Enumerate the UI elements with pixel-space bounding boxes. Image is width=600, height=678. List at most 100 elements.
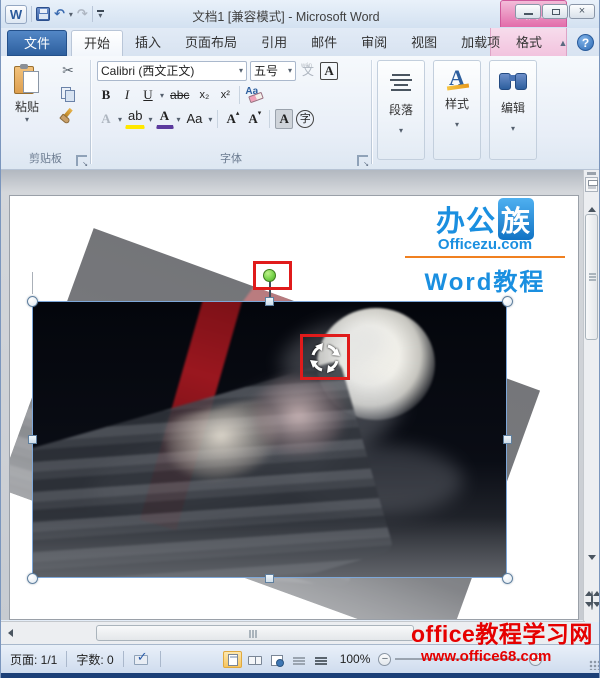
vertical-scroll-thumb[interactable] xyxy=(585,214,598,340)
tab-page-layout[interactable]: 页面布局 xyxy=(173,30,249,56)
paste-button[interactable]: 粘贴 ▾ xyxy=(7,61,47,145)
shrink-font-button[interactable]: A xyxy=(245,109,264,129)
superscript-button[interactable]: x² xyxy=(216,85,234,105)
editing-menu-button[interactable]: 编辑 ▾ xyxy=(489,60,537,160)
full-screen-reading-view-icon[interactable] xyxy=(245,651,264,668)
paragraph-dropdown-icon: ▾ xyxy=(398,126,403,135)
tab-view[interactable]: 视图 xyxy=(399,30,449,56)
copy-icon[interactable] xyxy=(61,87,75,102)
print-layout-view-icon[interactable] xyxy=(222,650,242,668)
selected-picture[interactable] xyxy=(32,301,507,578)
resize-handle-top-right[interactable] xyxy=(502,296,513,307)
paragraph-menu-button[interactable]: 段落 ▾ xyxy=(377,60,425,160)
text-effects-dropdown-icon: ▾ xyxy=(118,114,123,124)
zoom-out-icon[interactable]: − xyxy=(378,652,392,666)
word-app-icon[interactable]: W xyxy=(5,4,27,24)
undo-icon[interactable]: ↶ xyxy=(54,5,65,23)
window-bottom-border xyxy=(1,673,599,678)
resize-handle-right[interactable] xyxy=(503,435,512,444)
tab-insert[interactable]: 插入 xyxy=(123,30,173,56)
collapse-ribbon-icon[interactable]: ▲ xyxy=(557,37,569,49)
paste-dropdown-icon[interactable]: ▾ xyxy=(8,115,46,124)
resize-grip[interactable] xyxy=(589,660,599,670)
subscript-button[interactable]: x₂ xyxy=(195,85,213,105)
tab-format[interactable]: 格式 xyxy=(504,30,554,56)
tab-mailings[interactable]: 邮件 xyxy=(299,30,349,56)
grow-font-button[interactable]: A xyxy=(223,109,242,129)
character-shading-button[interactable]: A xyxy=(275,109,294,129)
close-button[interactable]: × xyxy=(569,4,595,19)
tab-file[interactable]: 文件 xyxy=(7,30,68,56)
help-icon[interactable]: ? xyxy=(577,34,594,51)
split-handle[interactable] xyxy=(587,172,596,175)
scroll-left-icon[interactable] xyxy=(3,626,17,640)
word-window: W ↶ ▾ ↷ ▾ 文档1 [兼容模式] - Microsoft Word 图片… xyxy=(0,0,600,678)
scroll-down-icon[interactable] xyxy=(585,555,598,572)
site-watermark-line1: office教程学习网 xyxy=(411,621,593,647)
highlight-dropdown-icon[interactable]: ▾ xyxy=(148,115,152,124)
paste-icon xyxy=(14,64,40,96)
tab-add-ins[interactable]: 加载项 xyxy=(449,30,512,56)
enclose-characters-button[interactable]: 字 xyxy=(296,110,315,128)
bold-button[interactable]: B xyxy=(97,85,115,105)
font-name-combobox[interactable]: Calibri (西文正文) ▾ xyxy=(97,61,247,81)
restore-button[interactable] xyxy=(542,4,568,19)
margin-crop-mark xyxy=(32,272,33,294)
resize-handle-bottom-left[interactable] xyxy=(27,573,38,584)
web-layout-view-icon[interactable] xyxy=(267,651,286,668)
vertical-scrollbar[interactable] xyxy=(583,170,599,624)
resize-handle-bottom[interactable] xyxy=(265,574,274,583)
clipboard-dialog-launcher-icon[interactable] xyxy=(76,155,88,168)
editing-dropdown-icon: ▾ xyxy=(510,124,515,133)
underline-button[interactable]: U xyxy=(139,85,157,105)
tab-home[interactable]: 开始 xyxy=(71,30,124,56)
customize-qat-icon[interactable]: ▾ xyxy=(96,10,104,19)
format-painter-icon[interactable] xyxy=(59,107,76,125)
strikethrough-button[interactable]: abc xyxy=(167,85,192,105)
divider xyxy=(31,6,32,22)
editing-group: 编辑 ▾ xyxy=(486,56,540,169)
window-title: 文档1 [兼容模式] - Microsoft Word xyxy=(192,10,380,24)
resize-handle-bottom-right[interactable] xyxy=(502,573,513,584)
word-count[interactable]: 字数: 0 xyxy=(67,651,122,668)
styles-group: A 样式 ▾ xyxy=(430,56,484,169)
draft-view-icon[interactable] xyxy=(311,651,330,668)
ruler-toggle-icon[interactable] xyxy=(585,177,598,192)
highlight-color-button[interactable]: ab xyxy=(125,109,146,129)
clipboard-group: 粘贴 ▾ ✂ 剪贴板 xyxy=(1,56,90,169)
page-count[interactable]: 页面: 1/1 xyxy=(1,651,66,668)
tab-references[interactable]: 引用 xyxy=(249,30,299,56)
save-icon[interactable] xyxy=(36,7,50,21)
styles-icon: A xyxy=(449,65,465,90)
styles-menu-button[interactable]: A 样式 ▾ xyxy=(433,60,481,160)
outline-view-icon[interactable] xyxy=(289,651,308,668)
resize-handle-top-left[interactable] xyxy=(27,296,38,307)
undo-dropdown-icon[interactable]: ▾ xyxy=(69,10,73,19)
font-color-dropdown-icon[interactable]: ▾ xyxy=(177,115,181,124)
divider xyxy=(217,110,219,128)
clear-formatting-icon[interactable]: Aa xyxy=(245,86,267,104)
tab-review[interactable]: 审阅 xyxy=(349,30,399,56)
font-dialog-launcher-icon[interactable] xyxy=(357,155,369,168)
font-size-combobox[interactable]: 五号 ▾ xyxy=(250,61,296,81)
previous-page-icon[interactable] xyxy=(585,574,599,596)
spell-check-icon[interactable]: ✓ xyxy=(132,649,152,667)
italic-button[interactable]: I xyxy=(118,85,136,105)
resize-handle-top[interactable] xyxy=(265,297,274,306)
change-case-button[interactable]: Aa xyxy=(184,109,206,129)
change-case-dropdown-icon[interactable]: ▾ xyxy=(208,115,212,124)
document-area: 办公族 Officezu.com Word教程 xyxy=(1,170,585,620)
horizontal-scroll-thumb[interactable] xyxy=(96,625,414,641)
resize-handle-left[interactable] xyxy=(28,435,37,444)
minimize-button[interactable] xyxy=(515,4,541,19)
document-page[interactable]: 办公族 Officezu.com Word教程 xyxy=(9,195,579,620)
scroll-up-icon[interactable] xyxy=(585,196,598,212)
font-color-button[interactable]: A xyxy=(155,109,174,129)
divider xyxy=(269,110,271,128)
quick-access-toolbar: W ↶ ▾ ↷ ▾ xyxy=(5,3,104,25)
binoculars-icon xyxy=(498,69,528,95)
cut-icon[interactable]: ✂ xyxy=(62,62,74,79)
underline-dropdown-icon[interactable]: ▾ xyxy=(160,91,164,100)
zoom-level[interactable]: 100% xyxy=(340,652,371,666)
character-border-button[interactable]: A xyxy=(320,62,339,80)
